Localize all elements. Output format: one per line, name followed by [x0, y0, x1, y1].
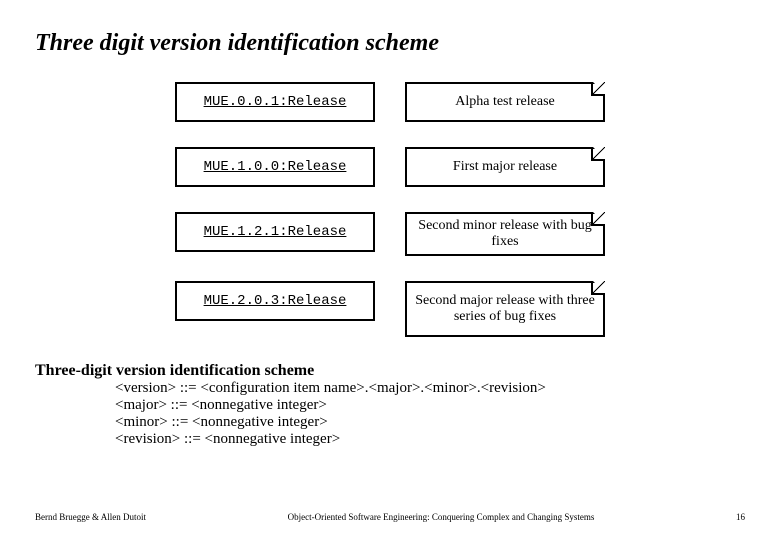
footer: Bernd Bruegge & Allen Dutoit Object-Orie… [35, 512, 745, 522]
version-box: MUE.1.2.1:Release [175, 212, 375, 252]
scheme-block: Three-digit version identification schem… [35, 362, 745, 448]
note-box: First major release [405, 147, 605, 187]
table-row: MUE.1.0.0:Release First major release [175, 147, 745, 187]
table-row: MUE.1.2.1:Release Second minor release w… [175, 212, 745, 256]
footer-authors: Bernd Bruegge & Allen Dutoit [35, 512, 146, 522]
grammar-line: <version> ::= <configuration item name>.… [115, 380, 745, 397]
grammar-line: <minor> ::= <nonnegative integer> [115, 414, 745, 431]
footer-title: Object-Oriented Software Engineering: Co… [146, 512, 736, 522]
note-box: Second minor release with bug fixes [405, 212, 605, 256]
note-box: Second major release with three series o… [405, 281, 605, 337]
grammar-line: <revision> ::= <nonnegative integer> [115, 431, 745, 448]
table-row: MUE.0.0.1:Release Alpha test release [175, 82, 745, 122]
scheme-heading: Three-digit version identification schem… [35, 362, 745, 380]
version-diagram: MUE.0.0.1:Release Alpha test release MUE… [175, 82, 745, 337]
version-box: MUE.0.0.1:Release [175, 82, 375, 122]
note-box: Alpha test release [405, 82, 605, 122]
version-box: MUE.2.0.3:Release [175, 281, 375, 321]
page-title: Three digit version identification schem… [35, 30, 745, 57]
grammar-line: <major> ::= <nonnegative integer> [115, 397, 745, 414]
version-box: MUE.1.0.0:Release [175, 147, 375, 187]
page-number: 16 [736, 512, 745, 522]
table-row: MUE.2.0.3:Release Second major release w… [175, 281, 745, 337]
